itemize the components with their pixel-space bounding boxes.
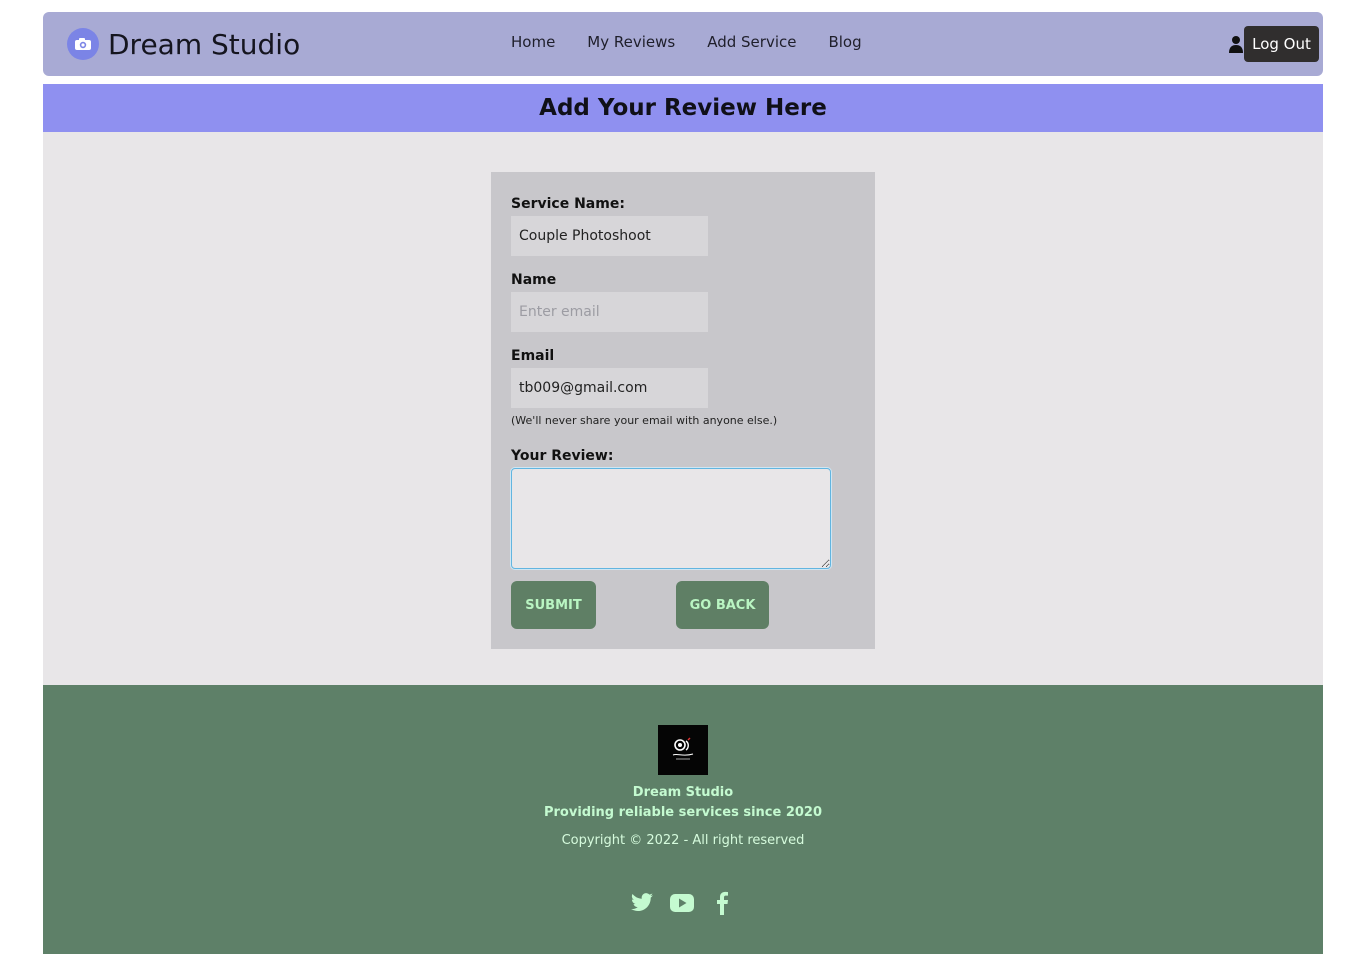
nav-home-link[interactable]: Home	[511, 33, 555, 51]
email-hint: (We'll never share your email with anyon…	[511, 414, 778, 427]
service-name-label: Service Name:	[511, 196, 625, 212]
go-back-button[interactable]: GO BACK	[676, 581, 769, 629]
twitter-icon[interactable]	[629, 890, 655, 916]
service-name-field[interactable]	[511, 216, 708, 256]
navbar: Dream Studio Home My Reviews Add Service…	[43, 12, 1323, 76]
nav-add-service-link[interactable]: Add Service	[707, 33, 796, 51]
footer-tagline: Providing reliable services since 2020	[543, 805, 823, 820]
footer-brand-name: Dream Studio	[632, 785, 734, 800]
page-title: Add Your Review Here	[539, 95, 827, 121]
photography-logo-icon	[658, 725, 708, 775]
social-links	[629, 890, 735, 916]
brand[interactable]: Dream Studio	[67, 27, 301, 61]
name-field[interactable]	[511, 292, 708, 332]
name-label: Name	[511, 272, 557, 288]
page-banner: Add Your Review Here	[43, 84, 1323, 132]
logout-button[interactable]: Log Out	[1244, 26, 1319, 62]
brand-name: Dream Studio	[108, 27, 301, 61]
submit-button[interactable]: SUBMIT	[511, 581, 596, 629]
main-content: Service Name: Name Email (We'll never sh…	[43, 132, 1323, 685]
youtube-icon[interactable]	[669, 890, 695, 916]
main-nav: Home My Reviews Add Service Blog	[511, 33, 862, 51]
nav-my-reviews-link[interactable]: My Reviews	[587, 33, 675, 51]
email-field[interactable]	[511, 368, 708, 408]
review-label: Your Review:	[511, 448, 614, 464]
footer: Dream Studio Providing reliable services…	[43, 685, 1323, 954]
facebook-icon[interactable]	[709, 890, 735, 916]
review-textarea[interactable]	[511, 468, 831, 569]
nav-blog-link[interactable]: Blog	[828, 33, 861, 51]
camera-icon	[67, 28, 99, 60]
copyright-text: Copyright © 2022 - All right reserved	[561, 833, 805, 848]
email-label: Email	[511, 348, 555, 364]
review-form: Service Name: Name Email (We'll never sh…	[491, 172, 875, 649]
user-icon	[1228, 35, 1244, 53]
